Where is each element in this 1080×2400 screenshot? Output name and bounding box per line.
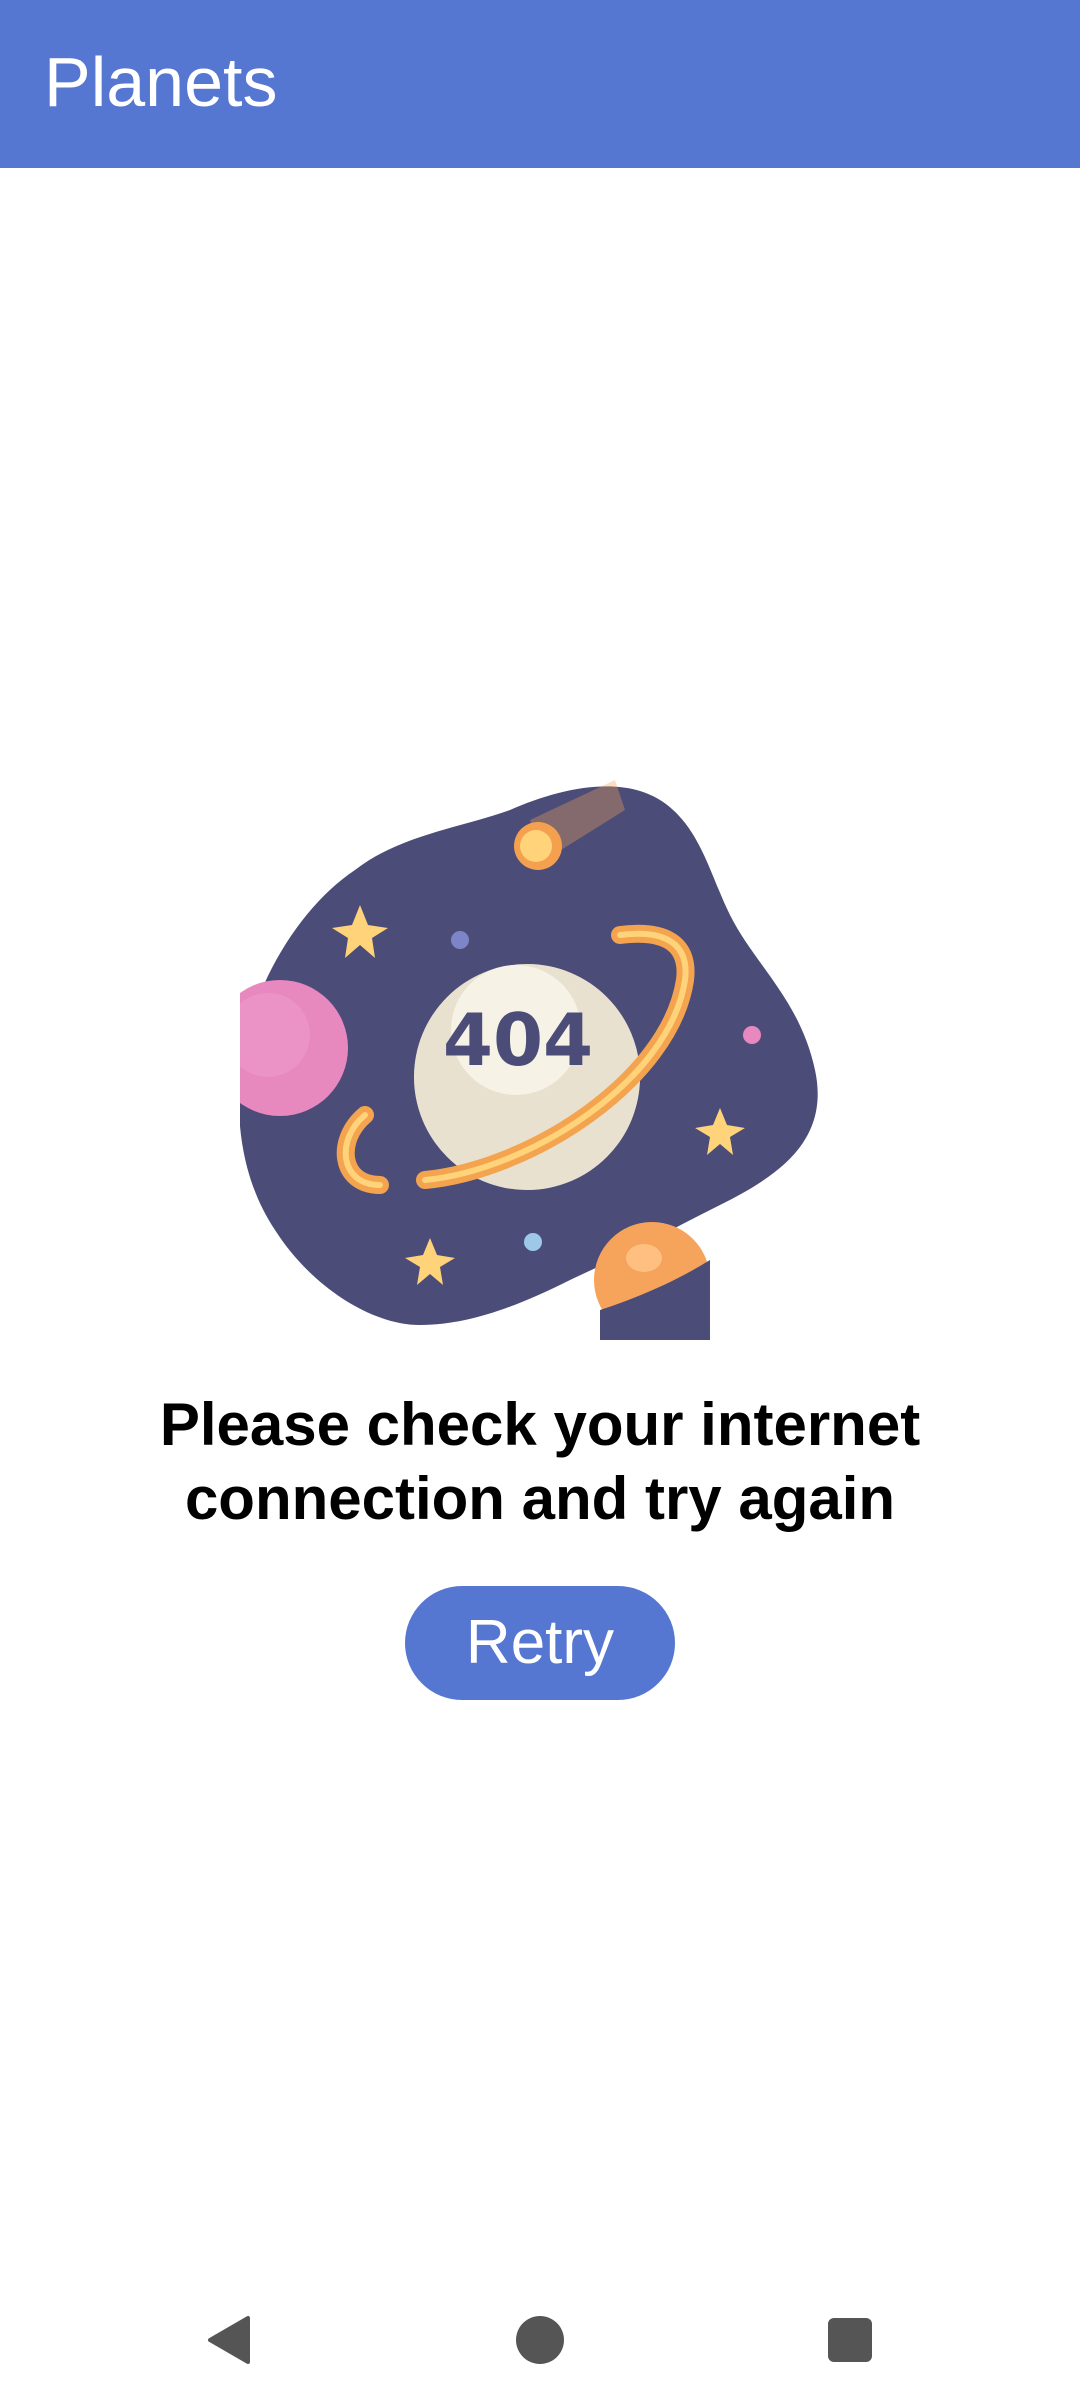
dot-blue [451, 931, 469, 949]
app-title: Planets [44, 43, 278, 121]
error-code-text: 404 [443, 998, 593, 1082]
error-message-line1: Please check your internet [159, 1391, 921, 1458]
back-triangle-icon[interactable] [198, 2310, 258, 2370]
error-message: Please check your internet connection an… [90, 1388, 990, 1536]
error-message-line2: connection and try again [184, 1465, 896, 1532]
app-bar: Planets [0, 0, 1080, 168]
system-nav-bar [0, 2280, 1080, 2400]
dot-lightblue [524, 1233, 542, 1251]
error-404-illustration: 404 [240, 780, 818, 1340]
retry-button[interactable]: Retry [405, 1586, 675, 1700]
dot-pink [743, 1026, 761, 1044]
recents-square-icon[interactable] [820, 2310, 880, 2370]
home-circle-icon[interactable] [510, 2310, 570, 2370]
